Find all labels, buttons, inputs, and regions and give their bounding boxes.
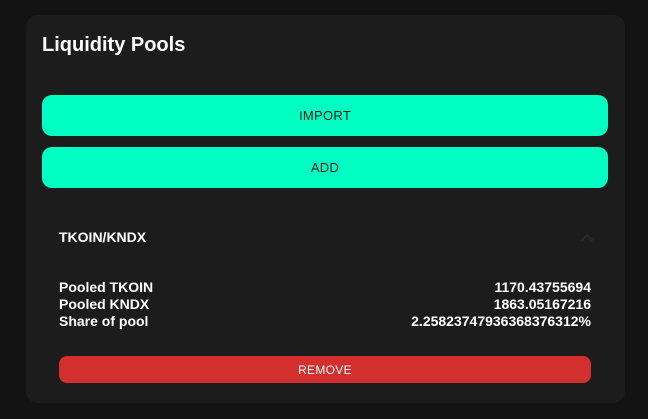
pool-row-pooled-kndx: Pooled KNDX 1863.05167216 bbox=[59, 296, 591, 313]
pool-panel: TKOIN/KNDX Pooled TKOIN 1170.43755694 Po… bbox=[42, 207, 608, 387]
remove-button[interactable]: REMOVE bbox=[59, 356, 591, 383]
pool-row-label: Pooled KNDX bbox=[59, 296, 150, 312]
liquidity-pools-card: Liquidity Pools IMPORT ADD TKOIN/KNDX Po… bbox=[26, 15, 625, 403]
pool-name: TKOIN/KNDX bbox=[59, 229, 147, 245]
pool-row-label: Share of pool bbox=[59, 313, 149, 329]
pool-row-share: Share of pool 2.25823747936368376312% bbox=[59, 313, 591, 330]
pool-header[interactable]: TKOIN/KNDX bbox=[42, 207, 608, 267]
pool-row-label: Pooled TKOIN bbox=[59, 279, 154, 295]
pool-row-value: 2.25823747936368376312% bbox=[411, 313, 591, 329]
add-button[interactable]: ADD bbox=[42, 147, 608, 188]
pool-row-value: 1863.05167216 bbox=[493, 296, 591, 312]
pool-row-pooled-tkoin: Pooled TKOIN 1170.43755694 bbox=[59, 279, 591, 296]
pool-row-value: 1170.43755694 bbox=[494, 279, 591, 295]
import-button[interactable]: IMPORT bbox=[42, 95, 608, 136]
chevron-up-icon bbox=[581, 234, 593, 241]
page-title: Liquidity Pools bbox=[42, 34, 186, 56]
pool-details: Pooled TKOIN 1170.43755694 Pooled KNDX 1… bbox=[59, 279, 591, 330]
